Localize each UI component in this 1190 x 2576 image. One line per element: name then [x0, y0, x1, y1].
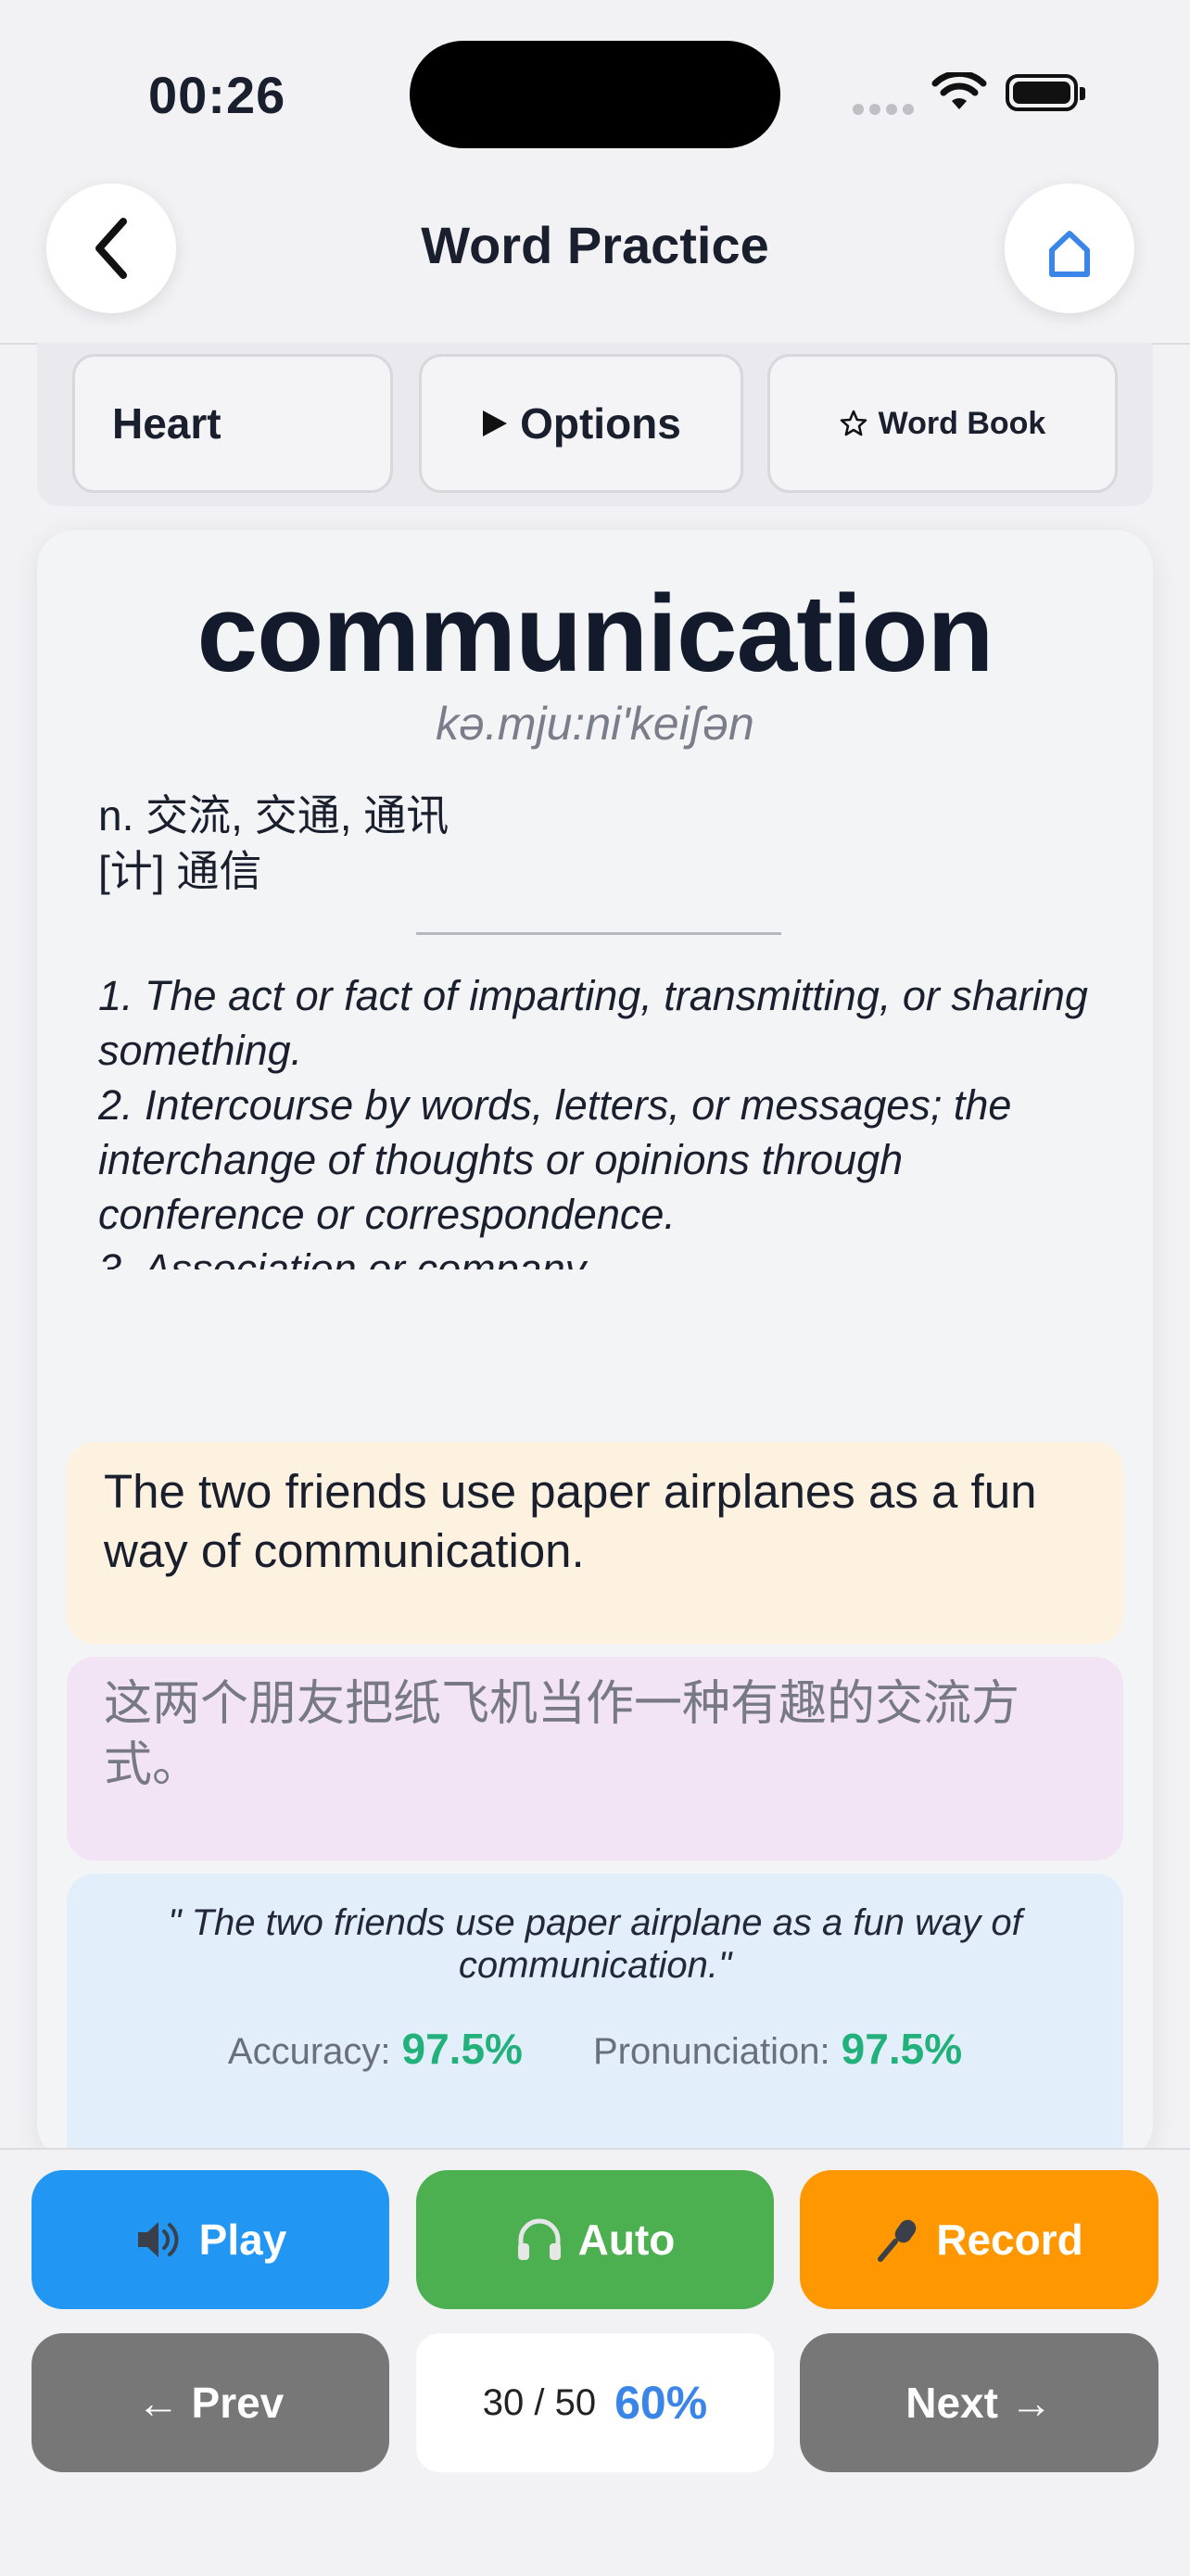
dynamic-island [410, 41, 780, 148]
example-english-text: The two friends use paper airplanes as a… [104, 1465, 1037, 1577]
prev-label: ← Prev [136, 2379, 285, 2427]
pronunciation-label: Pronunciation: [592, 2031, 830, 2072]
next-button[interactable]: Next → [800, 2333, 1158, 2472]
word-text: communication [196, 573, 994, 695]
tab-strip: Heart Options Word Book [37, 343, 1153, 506]
battery-icon [1006, 74, 1085, 111]
wifi-icon [931, 72, 987, 109]
progress-percent: 60% [614, 2377, 708, 2429]
progress-count: 30 / 50 [482, 2381, 597, 2423]
word-card: communication kə.mju:ni'keiʃən n. 交流, 交通… [37, 530, 1153, 2161]
tab-heart-label: Heart [112, 399, 222, 448]
recognized-sentence: " The two friends use paper airplane as … [168, 1902, 1022, 1986]
pronunciation-value: 97.5% [841, 2025, 963, 2073]
tab-word-book[interactable]: Word Book [767, 354, 1118, 493]
accuracy-score: Accuracy: 97.5% [228, 2024, 523, 2074]
star-icon [840, 410, 867, 436]
definition-scroll[interactable]: n. 交流, 交通, 通讯 [计] 通信 1. The act or fact … [98, 788, 1099, 1269]
example-chinese-text: 这两个朋友把纸飞机当作一种有趣的交流方式。 [104, 1677, 1020, 1792]
example-english: The two friends use paper airplanes as a… [67, 1442, 1123, 1644]
tab-options[interactable]: Options [419, 354, 743, 493]
english-meaning: 1. The act or fact of imparting, transmi… [98, 972, 1088, 1269]
play-label: Play [198, 2216, 287, 2264]
example-chinese: 这两个朋友把纸飞机当作一种有趣的交流方式。 [67, 1657, 1123, 1861]
auto-label: Auto [577, 2216, 676, 2264]
status-bar: 00:26 [0, 0, 1190, 176]
record-button[interactable]: Record [800, 2170, 1158, 2309]
cellular-signal-icon [853, 104, 914, 115]
headphones-icon [515, 2217, 563, 2262]
nav-header: Word Practice [0, 176, 1190, 345]
microphone-icon [875, 2216, 921, 2263]
tab-options-label: Options [520, 399, 681, 448]
tab-word-book-label: Word Book [878, 405, 1046, 441]
score-row: Accuracy: 97.5% Pronunciation: 97.5% [67, 2024, 1123, 2074]
home-button[interactable] [1005, 183, 1134, 313]
definition-divider [416, 932, 781, 935]
record-label: Record [936, 2216, 1083, 2264]
home-icon [1049, 231, 1090, 277]
next-label: Next → [905, 2379, 1053, 2427]
pronunciation-score-card: " The two friends use paper airplane as … [67, 1874, 1123, 2161]
accuracy-label: Accuracy: [227, 2031, 391, 2072]
tab-heart[interactable]: Heart [72, 354, 393, 493]
play-button[interactable]: Play [32, 2170, 389, 2309]
prev-button[interactable]: ← Prev [32, 2333, 389, 2472]
speaker-icon [134, 2218, 184, 2261]
chinese-meaning: n. 交流, 交通, 通讯 [计] 通信 [98, 791, 449, 895]
play-triangle-icon [483, 410, 508, 436]
control-panel: Play Auto Record ← Prev 30 / 50 60% Next… [0, 2148, 1190, 2576]
progress-indicator: 30 / 50 60% [416, 2333, 774, 2472]
auto-button[interactable]: Auto [416, 2170, 774, 2309]
word-phonetic: kə.mju:ni'keiʃən [436, 698, 754, 750]
status-time: 00:26 [148, 66, 286, 124]
accuracy-value: 97.5% [401, 2025, 523, 2073]
pronunciation-score: Pronunciation: 97.5% [593, 2024, 962, 2074]
